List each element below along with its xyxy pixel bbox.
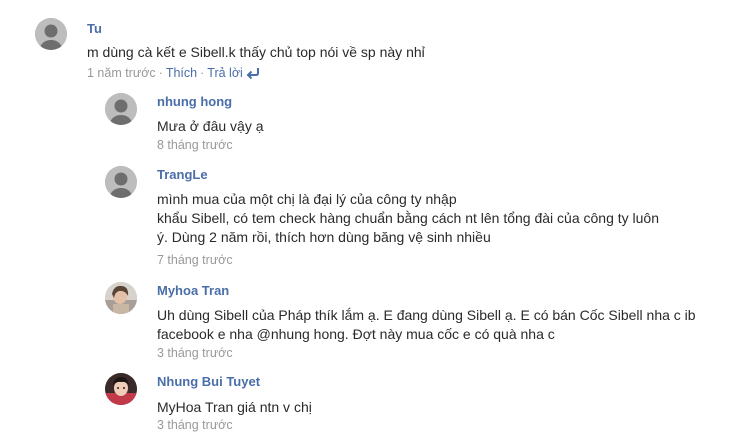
reply-timestamp: 3 tháng trước — [157, 418, 233, 432]
reply-text: MyHoa Tran giá ntn v chị — [157, 399, 312, 415]
reply-author[interactable]: Nhung Bui Tuyet — [157, 374, 260, 389]
comment-author[interactable]: Tu — [87, 21, 102, 36]
reply-timestamp: 3 tháng trước — [157, 346, 233, 360]
comment-text: m dùng cà kết e Sibell.k thấy chủ top nó… — [87, 44, 425, 60]
reply-text-line: khẩu Sibell, có tem check hàng chuẩn bằn… — [157, 210, 660, 226]
reply-link[interactable]: Trả lời — [207, 66, 243, 80]
comment-timestamp: 1 năm trước — [87, 66, 156, 80]
default-avatar-icon[interactable] — [35, 18, 67, 50]
separator-dot: · — [200, 66, 205, 80]
reply-arrow-icon[interactable] — [246, 67, 260, 82]
reply-author[interactable]: Myhoa Tran — [157, 283, 229, 298]
user-avatar-photo[interactable] — [105, 282, 137, 314]
separator-dot: · — [158, 66, 163, 80]
like-link[interactable]: Thích — [166, 66, 197, 80]
reply-timestamp: 8 tháng trước — [157, 138, 233, 152]
comment-meta: 1 năm trước · Thích · Trả lời — [87, 66, 260, 82]
reply-author[interactable]: nhung hong — [157, 94, 232, 109]
reply-author[interactable]: TrangLe — [157, 167, 208, 182]
reply-text-line: facebook e nha @nhung hong. Đợt này mua … — [157, 326, 555, 342]
reply-timestamp: 7 tháng trước — [157, 253, 233, 267]
reply-text-line: Uh dùng Sibell của Pháp thík lắm ạ. E đa… — [157, 307, 696, 323]
default-avatar-icon[interactable] — [105, 166, 137, 198]
reply-text: Mưa ở đâu vậy ạ — [157, 118, 264, 134]
reply-text-line: mình mua của một chị là đại lý của công … — [157, 191, 457, 207]
user-avatar-photo[interactable] — [105, 373, 137, 405]
reply-text-line: ý. Dùng 2 năm rồi, thích hơn dùng băng v… — [157, 229, 491, 245]
default-avatar-icon[interactable] — [105, 93, 137, 125]
